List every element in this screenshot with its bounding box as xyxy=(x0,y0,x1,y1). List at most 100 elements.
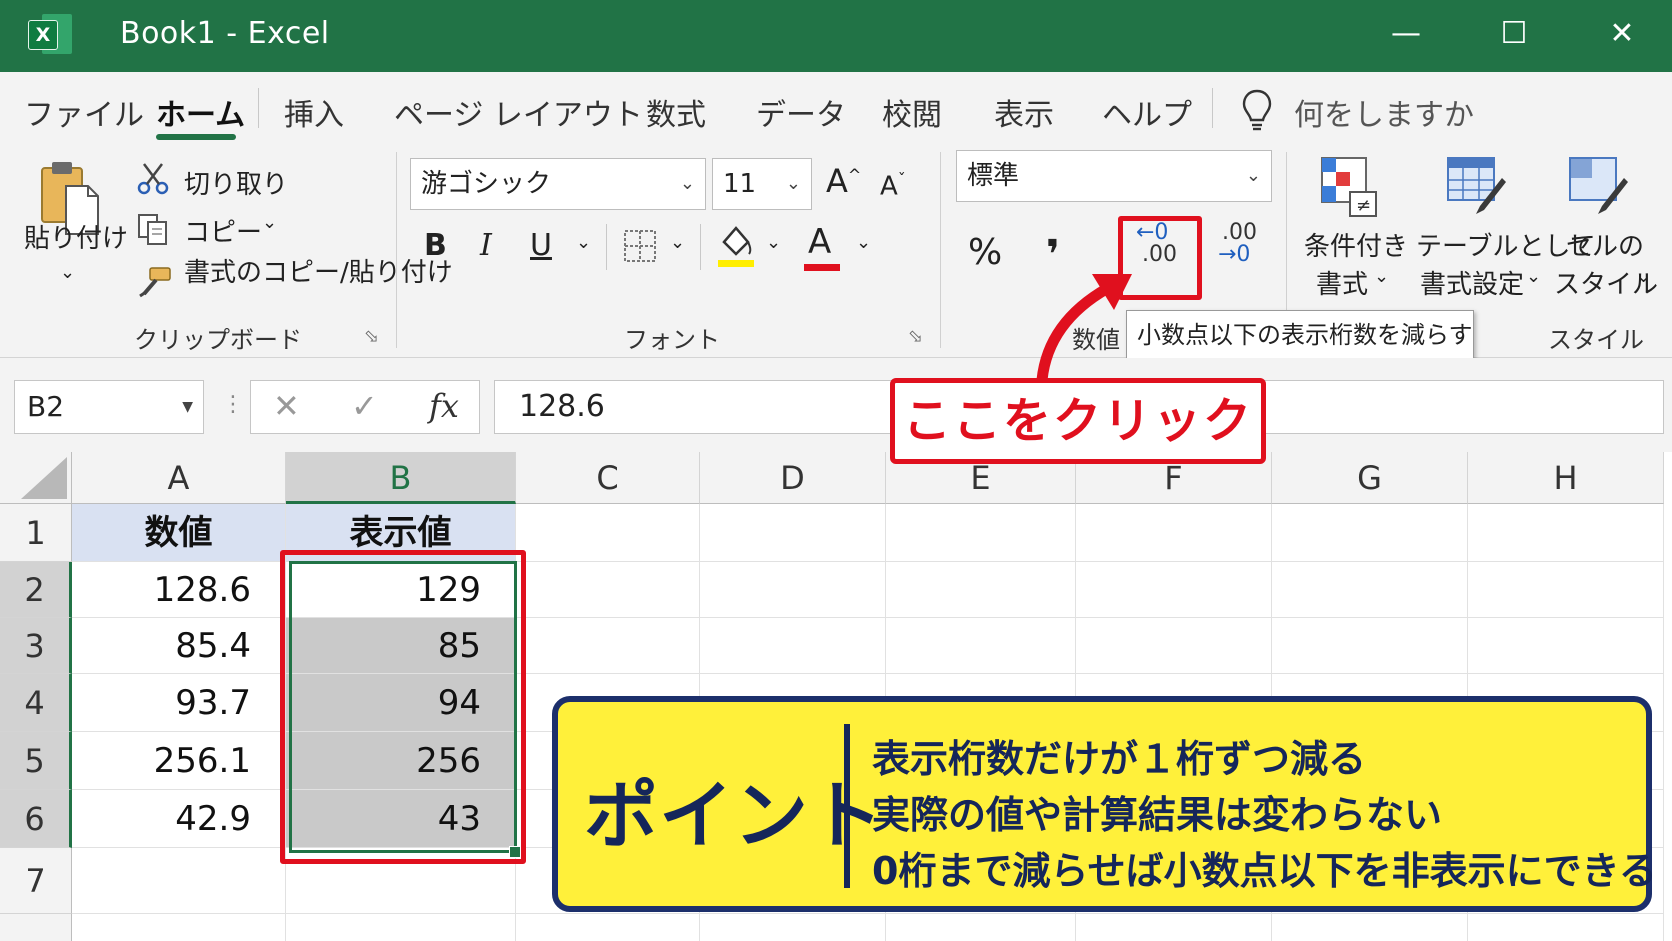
cut-button[interactable]: 切り取り xyxy=(184,164,288,201)
cell-f2[interactable] xyxy=(1076,562,1272,618)
column-header-c[interactable]: C xyxy=(516,452,700,504)
format-painter-icon[interactable] xyxy=(136,266,172,300)
underline-chevron-icon[interactable]: ⌄ xyxy=(576,232,591,253)
cell-b8[interactable] xyxy=(286,914,516,941)
column-header-g[interactable]: G xyxy=(1272,452,1468,504)
copy-icon[interactable] xyxy=(136,212,170,246)
font-name-combobox[interactable]: 游ゴシック ⌄ xyxy=(410,158,706,210)
borders-icon[interactable] xyxy=(622,228,658,264)
fill-color-icon[interactable] xyxy=(716,222,756,268)
cell-a8[interactable] xyxy=(72,914,286,941)
paste-button[interactable]: 貼り付け xyxy=(24,218,128,255)
bold-button[interactable]: B xyxy=(424,228,447,263)
tab-data[interactable]: データ xyxy=(756,90,846,134)
decrease-font-size-button[interactable]: Aˇ xyxy=(880,170,906,202)
font-name-chevron-icon[interactable]: ⌄ xyxy=(680,159,695,209)
insert-function-icon[interactable]: fx xyxy=(429,387,459,425)
cell-a3[interactable]: 85.4 xyxy=(72,618,286,674)
close-button[interactable]: ✕ xyxy=(1592,12,1652,56)
select-all-button[interactable] xyxy=(0,452,72,504)
cell-f8[interactable] xyxy=(1076,914,1272,941)
paste-dropdown-chevron-icon[interactable]: ⌄ xyxy=(60,262,75,283)
increase-decimal-button[interactable]: .00 →0 xyxy=(1218,222,1257,266)
cell-d1[interactable] xyxy=(700,504,886,562)
format-as-table-chevron-icon[interactable]: ⌄ xyxy=(1526,266,1541,287)
tell-me-search[interactable]: 何をしますか xyxy=(1294,90,1474,134)
column-header-d[interactable]: D xyxy=(700,452,886,504)
cell-f3[interactable] xyxy=(1076,618,1272,674)
cell-d8[interactable] xyxy=(700,914,886,941)
column-header-a[interactable]: A xyxy=(72,452,286,504)
cell-g1[interactable] xyxy=(1272,504,1468,562)
tab-view[interactable]: 表示 xyxy=(994,90,1054,134)
format-as-table-line2[interactable]: 書式設定 xyxy=(1420,264,1524,301)
copy-dropdown-chevron-icon[interactable]: ⌄ xyxy=(262,212,277,233)
cell-d3[interactable] xyxy=(700,618,886,674)
cell-a5[interactable]: 256.1 xyxy=(72,732,286,790)
font-color-button[interactable]: A xyxy=(804,222,840,271)
font-color-chevron-icon[interactable]: ⌄ xyxy=(856,232,871,253)
cell-styles-line1[interactable]: セルの xyxy=(1566,226,1644,263)
scissors-icon[interactable] xyxy=(136,162,170,196)
row-header-2[interactable]: 2 xyxy=(0,562,72,618)
cell-c8[interactable] xyxy=(516,914,700,941)
cell-styles-icon[interactable] xyxy=(1566,154,1630,218)
font-size-combobox[interactable]: 11 ⌄ xyxy=(712,158,812,210)
italic-button[interactable]: I xyxy=(480,228,492,263)
borders-chevron-icon[interactable]: ⌄ xyxy=(670,232,685,253)
format-as-table-icon[interactable] xyxy=(1444,154,1508,218)
cell-c3[interactable] xyxy=(516,618,700,674)
cell-c1[interactable] xyxy=(516,504,700,562)
minimize-button[interactable]: — xyxy=(1376,12,1436,56)
cell-g2[interactable] xyxy=(1272,562,1468,618)
percent-style-button[interactable]: % xyxy=(968,232,1002,273)
copy-button[interactable]: コピー xyxy=(184,212,262,249)
cell-a7[interactable] xyxy=(72,848,286,914)
cell-a1[interactable]: 数値 xyxy=(72,504,286,562)
tab-home[interactable]: ホーム xyxy=(156,90,245,134)
conditional-formatting-line1[interactable]: 条件付き xyxy=(1304,226,1408,263)
tab-help[interactable]: ヘルプ xyxy=(1102,90,1192,134)
tab-page-layout[interactable]: ページ レイアウト xyxy=(394,90,643,134)
cell-d2[interactable] xyxy=(700,562,886,618)
tab-review[interactable]: 校閲 xyxy=(882,90,942,134)
font-size-chevron-icon[interactable]: ⌄ xyxy=(786,159,801,209)
clipboard-dialog-launcher-icon[interactable]: ⬂ xyxy=(364,326,379,347)
tab-formulas[interactable]: 数式 xyxy=(646,90,706,134)
underline-button[interactable]: U xyxy=(530,228,552,263)
cell-a6[interactable]: 42.9 xyxy=(72,790,286,848)
font-dialog-launcher-icon[interactable]: ⬂ xyxy=(908,326,923,347)
conditional-formatting-line2[interactable]: 書式 xyxy=(1316,264,1368,301)
cell-h2[interactable] xyxy=(1468,562,1664,618)
conditional-formatting-chevron-icon[interactable]: ⌄ xyxy=(1374,266,1389,287)
cell-h1[interactable] xyxy=(1468,504,1664,562)
number-format-chevron-icon[interactable]: ⌄ xyxy=(1246,151,1261,201)
name-box[interactable]: B2 ▼ xyxy=(14,380,204,434)
format-painter-button[interactable]: 書式のコピー/貼り付け xyxy=(184,252,453,289)
cell-h3[interactable] xyxy=(1468,618,1664,674)
row-header-4[interactable]: 4 xyxy=(0,674,72,732)
fill-color-chevron-icon[interactable]: ⌄ xyxy=(766,232,781,253)
cell-h8[interactable] xyxy=(1468,914,1664,941)
tab-insert[interactable]: 挿入 xyxy=(284,90,344,134)
row-header-5[interactable]: 5 xyxy=(0,732,72,790)
cell-c2[interactable] xyxy=(516,562,700,618)
name-box-chevron-icon[interactable]: ▼ xyxy=(182,381,193,433)
row-header-8[interactable] xyxy=(0,914,72,941)
row-header-3[interactable]: 3 xyxy=(0,618,72,674)
cell-g3[interactable] xyxy=(1272,618,1468,674)
column-header-b[interactable]: B xyxy=(286,452,516,504)
row-header-6[interactable]: 6 xyxy=(0,790,72,848)
formula-bar-grip-icon[interactable]: ⋮ xyxy=(222,392,244,417)
conditional-formatting-icon[interactable]: ≠ xyxy=(1318,154,1382,218)
lightbulb-icon[interactable] xyxy=(1240,88,1274,132)
cell-a2[interactable]: 128.6 xyxy=(72,562,286,618)
cell-f1[interactable] xyxy=(1076,504,1272,562)
row-header-7[interactable]: 7 xyxy=(0,848,72,914)
maximize-button[interactable]: ☐ xyxy=(1484,12,1544,56)
enter-icon[interactable]: ✓ xyxy=(351,387,378,425)
number-format-combobox[interactable]: 標準 ⌄ xyxy=(956,150,1272,202)
cell-e8[interactable] xyxy=(886,914,1076,941)
increase-font-size-button[interactable]: A^ xyxy=(826,162,861,200)
cell-a4[interactable]: 93.7 xyxy=(72,674,286,732)
